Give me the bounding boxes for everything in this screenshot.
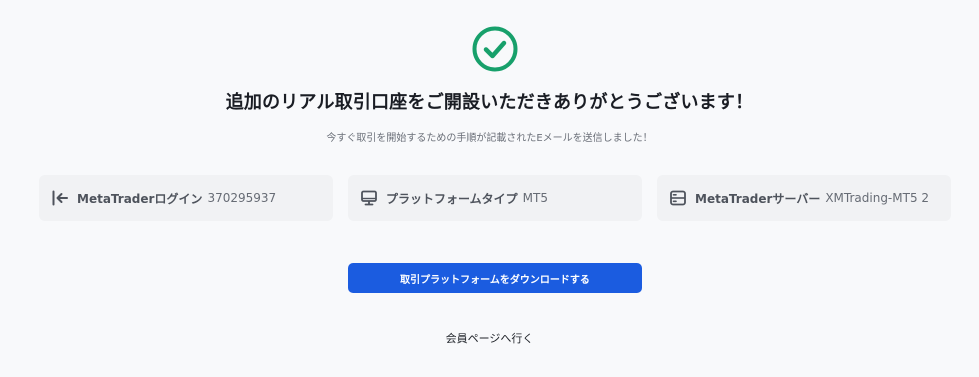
server-icon: [669, 189, 687, 207]
download-platform-button[interactable]: 取引プラットフォームをダウンロードする: [348, 263, 642, 293]
info-card-server: MetaTraderサーバー XMTrading-MT5 2: [657, 175, 951, 221]
email-sent-notice: 今すぐ取引を開始するための手順が記載されたEメールを送信しました！: [326, 133, 653, 144]
page-title: 追加のリアル取引口座をご開設いただきありがとうございます！: [225, 92, 754, 113]
info-card-platform: プラットフォームタイプ MT5: [348, 175, 642, 221]
monitor-icon: [360, 189, 378, 207]
info-card-value: 370295937: [207, 191, 277, 205]
info-card-label: MetaTraderサーバー: [695, 191, 821, 206]
check-circle-icon: [472, 26, 518, 72]
member-page-link[interactable]: 会員ページへ行く: [446, 332, 534, 345]
info-card-value: XMTrading-MT5 2: [825, 191, 930, 205]
info-card-login: MetaTraderログイン 370295937: [39, 175, 333, 221]
info-card-value: MT5: [522, 191, 548, 205]
login-arrow-icon: [51, 189, 69, 207]
info-card-label: MetaTraderログイン: [77, 191, 203, 206]
info-card-label: プラットフォームタイプ: [386, 191, 518, 206]
member-page-link-row: 会員ページへ行く: [0, 330, 979, 346]
